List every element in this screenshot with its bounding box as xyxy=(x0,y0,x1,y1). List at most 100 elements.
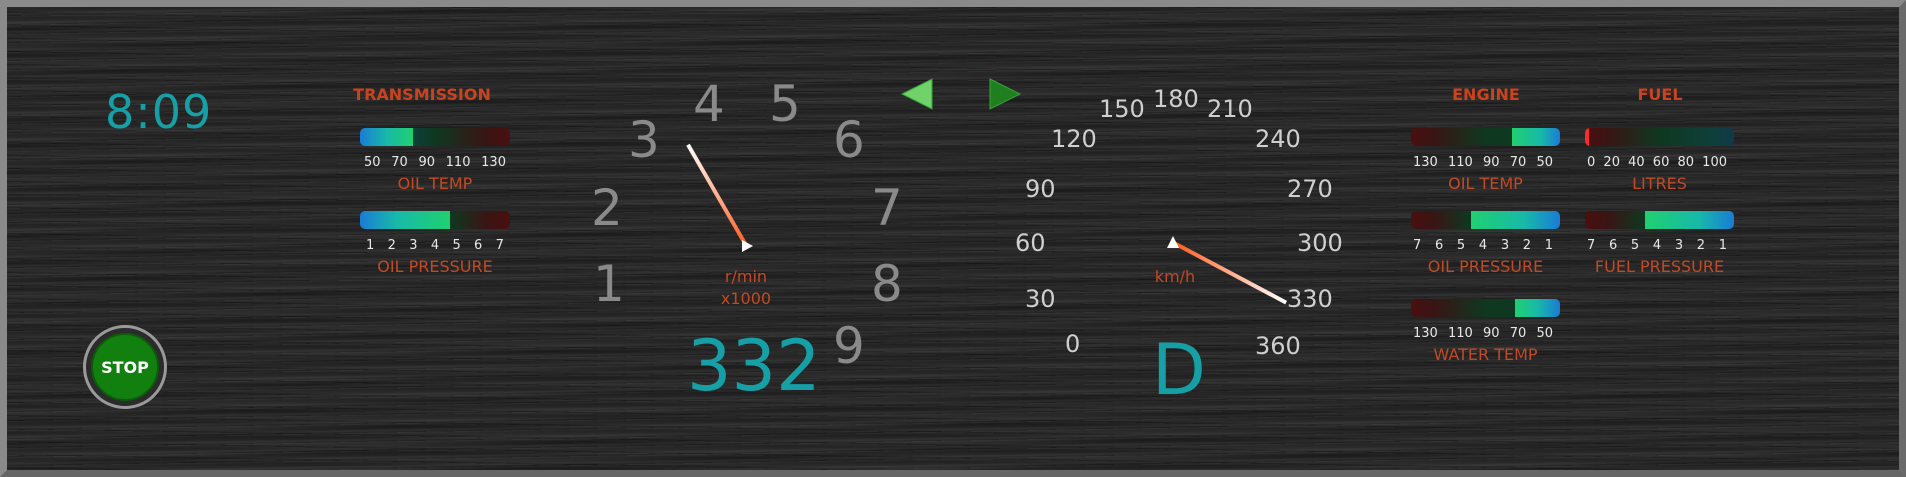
fuel-pressure-label: FUEL PRESSURE xyxy=(1594,257,1725,276)
tick: 70 xyxy=(1509,326,1527,341)
tach-readout: 332 xyxy=(687,325,821,407)
tick: 1 xyxy=(366,238,375,253)
stop-button[interactable]: STOP xyxy=(91,333,159,401)
tach-numeral-6: 6 xyxy=(833,111,865,169)
fuel-litres-ticks: 0 20 40 60 80 100 xyxy=(1587,155,1727,170)
tick: 1 xyxy=(1718,238,1727,253)
tick: 90 xyxy=(1483,155,1500,170)
tick: 50 xyxy=(1536,155,1553,170)
tick: 3 xyxy=(1500,238,1510,253)
tach-unit-rmin: r/min xyxy=(724,267,768,286)
engine-oil-pressure-bar xyxy=(1411,211,1560,229)
transmission-oil-temp-ticks: 50 70 90 110 130 xyxy=(364,155,506,170)
fuel-litres-label: LITRES xyxy=(1632,174,1687,193)
tick: 2 xyxy=(387,238,396,253)
tick: 4 xyxy=(430,238,440,253)
tick: 130 xyxy=(1413,326,1438,341)
clock-display: 8:09 xyxy=(105,85,213,139)
speedo-numeral-240: 240 xyxy=(1255,125,1301,153)
tick: 3 xyxy=(409,238,418,253)
tick: 5 xyxy=(452,238,461,253)
tach-numeral-9: 9 xyxy=(833,317,865,375)
engine-title: ENGINE xyxy=(1452,85,1520,104)
fuel-pressure-fill xyxy=(1644,211,1734,229)
transmission-oil-temp-bar xyxy=(360,128,510,146)
speedo-numeral-210: 210 xyxy=(1207,95,1253,123)
left-arrow-icon xyxy=(900,78,933,110)
tach-numeral-1: 1 xyxy=(593,255,625,313)
transmission-oil-pressure-fill xyxy=(360,211,450,229)
fuel-pressure-bar xyxy=(1585,211,1734,229)
speedo-numeral-30: 30 xyxy=(1025,285,1056,313)
dashboard-panel: 8:09 STOP TRANSMISSION 50 70 90 110 130 … xyxy=(0,0,1906,477)
tick: 5 xyxy=(1456,238,1466,253)
fuel-litres-bar xyxy=(1585,128,1734,146)
speedo-numeral-0: 0 xyxy=(1065,330,1081,358)
tach-numeral-5: 5 xyxy=(769,75,801,133)
engine-oil-temp-label: OIL TEMP xyxy=(1448,174,1523,193)
fuel-title: FUEL xyxy=(1637,85,1683,104)
tick: 70 xyxy=(1509,155,1527,170)
tick: 7 xyxy=(495,238,504,253)
transmission-oil-pressure-ticks: 1 2 3 4 5 6 7 xyxy=(366,238,504,253)
speedo-numeral-300: 300 xyxy=(1297,229,1343,257)
tick: 110 xyxy=(1448,155,1473,170)
tach-numeral-3: 3 xyxy=(628,111,660,169)
engine-water-temp-ticks: 130 110 90 70 50 xyxy=(1413,326,1553,341)
speedo-numeral-360: 360 xyxy=(1255,332,1301,360)
tick: 7 xyxy=(1413,238,1422,253)
speedo-unit: km/h xyxy=(1154,267,1196,286)
tick: 130 xyxy=(481,155,506,170)
tick: 5 xyxy=(1630,238,1640,253)
engine-oil-pressure-label: OIL PRESSURE xyxy=(1427,257,1544,276)
tick: 6 xyxy=(474,238,483,253)
tick: 2 xyxy=(1696,238,1706,253)
engine-water-temp-label: WATER TEMP xyxy=(1433,345,1538,364)
engine-water-temp-fill xyxy=(1515,299,1560,317)
speedo-numeral-90: 90 xyxy=(1025,175,1056,203)
tick: 90 xyxy=(1483,326,1500,341)
tick: 7 xyxy=(1587,238,1596,253)
tach-needle xyxy=(686,143,749,248)
transmission-oil-pressure-bar xyxy=(360,211,510,229)
engine-oil-temp-bar xyxy=(1411,128,1560,146)
tick: 110 xyxy=(1448,326,1473,341)
tach-numeral-2: 2 xyxy=(591,179,623,237)
tick: 50 xyxy=(364,155,381,170)
tach-numeral-8: 8 xyxy=(871,255,903,313)
tick: 6 xyxy=(1434,238,1444,253)
tick: 130 xyxy=(1413,155,1438,170)
tick: 60 xyxy=(1652,155,1670,170)
tick: 70 xyxy=(391,155,408,170)
tick: 3 xyxy=(1674,238,1684,253)
transmission-oil-temp-label: OIL TEMP xyxy=(397,174,473,193)
tick: 4 xyxy=(1478,238,1488,253)
tick: 40 xyxy=(1628,155,1645,170)
speedo-numeral-60: 60 xyxy=(1015,229,1046,257)
transmission-oil-temp-fill xyxy=(360,128,413,146)
speedo-numeral-120: 120 xyxy=(1051,125,1097,153)
transmission-oil-pressure-label: OIL PRESSURE xyxy=(377,257,493,276)
tick: 1 xyxy=(1544,238,1553,253)
tach-unit-x1000: x1000 xyxy=(720,289,772,308)
tick: 110 xyxy=(445,155,471,170)
fuel-litres-fill xyxy=(1585,128,1590,146)
tick: 90 xyxy=(418,155,435,170)
speedo-hub xyxy=(1167,236,1179,248)
engine-oil-pressure-ticks: 7 6 5 4 3 2 1 xyxy=(1413,238,1553,253)
fuel-pressure-ticks: 7 6 5 4 3 2 1 xyxy=(1587,238,1727,253)
speedo-numeral-270: 270 xyxy=(1287,175,1333,203)
tick: 100 xyxy=(1702,155,1727,170)
tach-hub xyxy=(742,240,753,252)
engine-oil-temp-ticks: 130 110 90 70 50 xyxy=(1413,155,1553,170)
tick: 20 xyxy=(1603,155,1620,170)
speedo-numeral-180: 180 xyxy=(1153,85,1199,113)
speedo-numeral-150: 150 xyxy=(1099,95,1145,123)
tick: 0 xyxy=(1587,155,1596,170)
gear-indicator: D xyxy=(1152,329,1206,411)
transmission-title: TRANSMISSION xyxy=(353,85,491,104)
engine-water-temp-bar xyxy=(1411,299,1560,317)
engine-oil-pressure-fill xyxy=(1470,211,1560,229)
tick: 2 xyxy=(1522,238,1532,253)
speedo-numeral-330: 330 xyxy=(1287,285,1333,313)
